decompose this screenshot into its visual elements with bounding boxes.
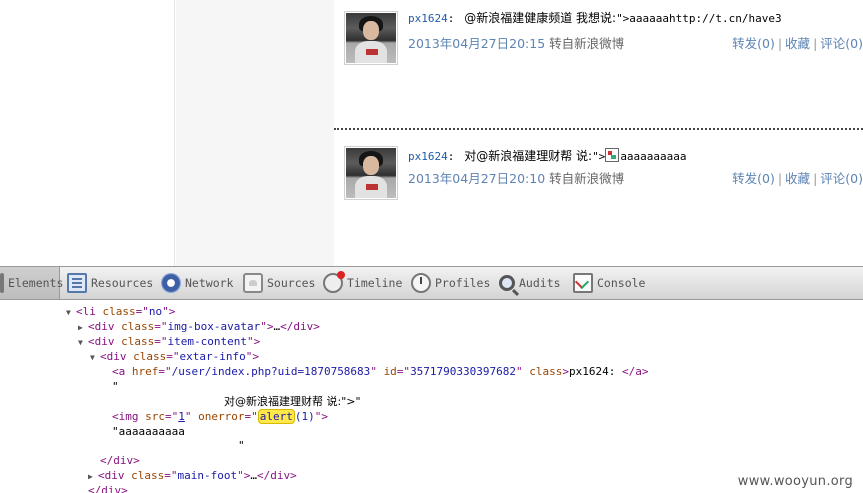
forward-link[interactable]: 转发(0) — [732, 36, 775, 51]
highlighted-alert: alert — [257, 409, 295, 424]
broken-image-icon — [605, 148, 620, 162]
post-source: 转自新浪微博 — [549, 171, 625, 186]
avatar-photo — [346, 13, 396, 63]
watermark: www.wooyun.org — [737, 474, 853, 489]
middle-column — [176, 0, 334, 266]
tree-node-extar-info[interactable]: ▼ <div class="extar-info"> — [90, 349, 259, 364]
favorite-link[interactable]: 收藏 — [785, 171, 810, 186]
sources-icon — [243, 273, 263, 293]
console-icon — [573, 273, 593, 293]
comment-link[interactable]: 评论(0) — [820, 171, 863, 186]
avatar[interactable] — [344, 146, 398, 200]
tab-profiles[interactable]: Profiles — [411, 267, 490, 299]
tree-node-img[interactable]: <img src="1" onerror=" alert (1)"> — [112, 409, 328, 424]
comment-link[interactable]: 评论(0) — [820, 36, 863, 51]
favorite-link[interactable]: 收藏 — [785, 36, 810, 51]
tab-sources[interactable]: Sources — [243, 267, 315, 299]
resources-icon — [67, 273, 87, 293]
tree-node-avatar[interactable]: ▶ <div class="img-box-avatar">…</div> — [78, 319, 320, 334]
post-actions: 转发(0) | 收藏 | 评论(0) — [732, 171, 863, 186]
post-item: px1624: @新浪福建健康频道 我想说:">aaaaaahttp://t.c… — [344, 11, 863, 67]
post-source: 转自新浪微博 — [549, 36, 625, 51]
triangle-down-icon[interactable]: ▼ — [78, 335, 88, 350]
tab-elements[interactable]: Elements — [0, 267, 63, 299]
post-message: 对@新浪福建理财帮 说: — [464, 149, 593, 163]
left-column — [0, 0, 175, 266]
tree-node-li[interactable]: ▼ <li class="no"> — [66, 304, 175, 319]
post-user-link[interactable]: px1624 — [408, 12, 448, 25]
post-meta: 2013年04月27日20:10 转自新浪微博 转发(0) | 收藏 | 评论(0) — [408, 168, 863, 186]
devtools-panel: Elements Resources Network Sources Timel… — [0, 266, 863, 493]
post-meta: 2013年04月27日20:15 转自新浪微博 转发(0) | 收藏 | 评论(0) — [408, 33, 863, 51]
audits-icon — [499, 275, 515, 291]
tab-audits[interactable]: Audits — [499, 267, 561, 299]
post-user-link[interactable]: px1624 — [408, 150, 448, 163]
post-trailing-text: aaaaaaaaaa — [620, 150, 687, 163]
tab-timeline[interactable]: Timeline — [323, 267, 402, 299]
post-actions: 转发(0) | 收藏 | 评论(0) — [732, 36, 863, 51]
avatar[interactable] — [344, 11, 398, 65]
tree-close-tag[interactable]: </div> — [100, 453, 140, 468]
post-text: px1624: @新浪福建健康频道 我想说:">aaaaaahttp://t.c… — [408, 11, 782, 25]
post-text: px1624: 对@新浪福建理财帮 说:"> aaaaaaaaaa — [408, 148, 687, 163]
triangle-right-icon[interactable]: ▶ — [88, 469, 98, 484]
profiles-icon — [411, 273, 431, 293]
tree-node-main-foot[interactable]: ▶ <div class="main-foot">…</div> — [88, 468, 297, 483]
tab-network[interactable]: Network — [161, 267, 233, 299]
tree-node-anchor[interactable]: <a href="/user/index.php?uid=1870758683"… — [112, 364, 649, 379]
tree-node-item-content[interactable]: ▼ <div class="item-content"> — [78, 334, 260, 349]
tree-text-node[interactable]: "aaaaaaaaaa — [112, 424, 185, 439]
tree-close-tag[interactable]: </div> — [88, 483, 128, 493]
avatar-photo — [346, 148, 396, 198]
post-divider — [334, 128, 863, 130]
tree-text-node[interactable]: " — [112, 379, 119, 394]
post-payload: "> — [592, 150, 606, 163]
post-payload: ">aaaaaahttp://t.cn/have3 — [616, 12, 782, 25]
post-time[interactable]: 2013年04月27日20:15 — [408, 36, 545, 51]
network-icon — [161, 273, 181, 293]
post-item: px1624: 对@新浪福建理财帮 说:"> aaaaaaaaaa 2013年04… — [344, 146, 863, 202]
triangle-right-icon[interactable]: ▶ — [78, 320, 88, 335]
tree-text-node[interactable]: " — [238, 438, 245, 453]
triangle-down-icon[interactable]: ▼ — [66, 305, 76, 320]
tree-text-node[interactable]: 对@新浪福建理财帮 说:">" — [224, 394, 361, 409]
page-content: px1624: @新浪福建健康频道 我想说:">aaaaaahttp://t.c… — [0, 0, 863, 266]
forward-link[interactable]: 转发(0) — [732, 171, 775, 186]
timeline-icon — [323, 271, 345, 293]
post-message: @新浪福建健康频道 我想说: — [464, 11, 617, 25]
post-time[interactable]: 2013年04月27日20:10 — [408, 171, 545, 186]
dom-tree: ▼ <li class="no"> ▶ <div class="img-box-av… — [0, 302, 863, 493]
elements-icon — [0, 273, 4, 293]
tab-console[interactable]: Console — [573, 267, 645, 299]
tab-resources[interactable]: Resources — [67, 267, 153, 299]
triangle-down-icon[interactable]: ▼ — [90, 350, 100, 365]
devtools-toolbar: Elements Resources Network Sources Timel… — [0, 266, 863, 300]
